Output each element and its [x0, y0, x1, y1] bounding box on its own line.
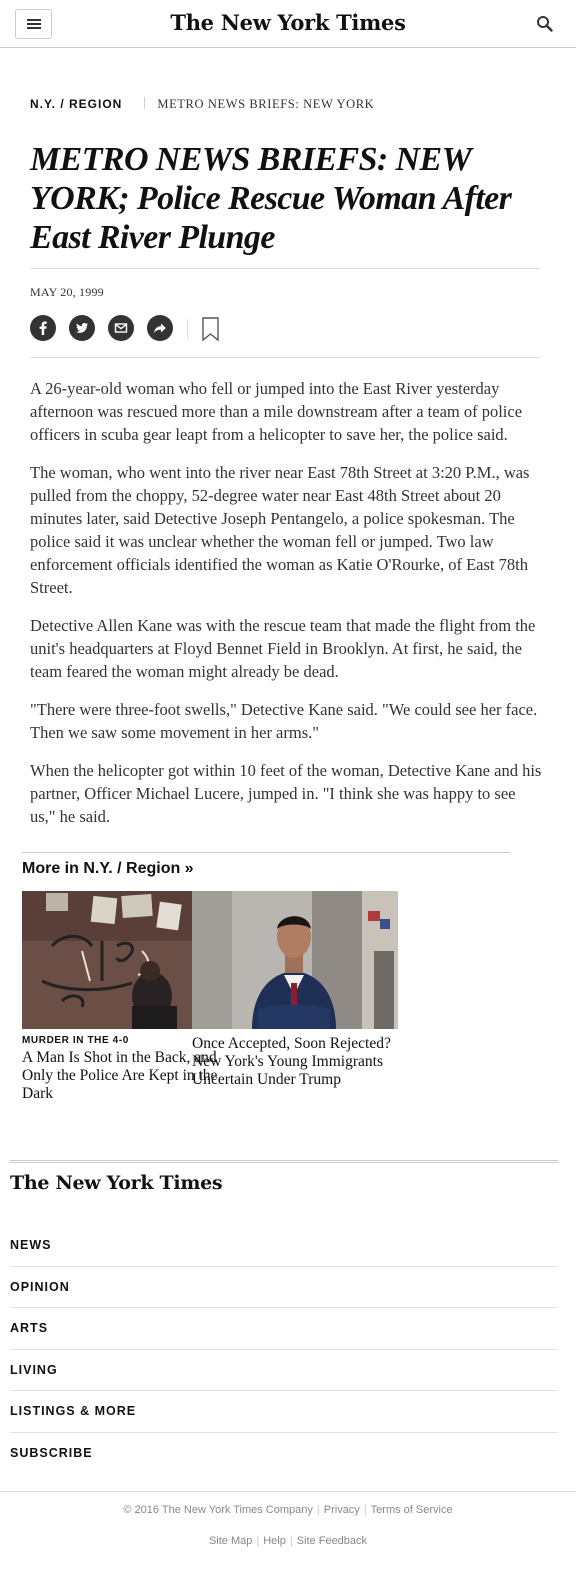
footer-nav-subscribe[interactable]: SUBSCRIBE: [10, 1433, 558, 1475]
email-icon[interactable]: [108, 315, 134, 341]
help-link[interactable]: Help: [263, 1535, 286, 1547]
twitter-icon[interactable]: [69, 315, 95, 341]
site-map-link[interactable]: Site Map: [209, 1535, 252, 1547]
terms-link[interactable]: Terms of Service: [371, 1504, 453, 1516]
facebook-icon[interactable]: [30, 315, 56, 341]
kicker-divider: [144, 97, 146, 109]
story-photo[interactable]: [22, 891, 192, 1029]
story-body: A 26-year-old woman who fell or jumped i…: [30, 377, 545, 843]
privacy-link[interactable]: Privacy: [324, 1504, 360, 1516]
footer-logo[interactable]: The New York Times: [10, 1172, 223, 1194]
story-paragraph: A 26-year-old woman who fell or jumped i…: [30, 379, 523, 444]
share-icon[interactable]: [147, 315, 173, 341]
story-title[interactable]: Once Accepted, Soon Rejected? New York's…: [192, 1035, 407, 1089]
search-icon[interactable]: [536, 15, 554, 33]
nyt-logo[interactable]: The New York Times: [0, 10, 576, 35]
more-in-region-link[interactable]: More in N.Y. / Region »: [22, 860, 194, 878]
copyright-text: © 2016 The New York Times Company: [123, 1504, 313, 1516]
column-name: METRO NEWS BRIEFS: NEW YORK: [157, 97, 375, 111]
story-paragraph: When the helicopter got within 10 feet o…: [30, 761, 542, 826]
footer-nav-opinion[interactable]: OPINION: [10, 1267, 558, 1308]
footer-nav-living[interactable]: LIVING: [10, 1350, 558, 1391]
feedback-link[interactable]: Site Feedback: [297, 1535, 367, 1547]
legal-links: © 2016 The New York Times Company | Privac…: [123, 1504, 453, 1516]
headline: METRO NEWS BRIEFS: NEW YORK; Police Resc…: [30, 141, 512, 256]
related-story-card[interactable]: Once Accepted, Soon Rejected? New York's…: [192, 891, 398, 1089]
dateline: MAY 20, 1999: [30, 285, 104, 299]
legal-divider: [0, 1491, 576, 1492]
masthead: The New York Times: [0, 0, 576, 48]
story-paragraph: "There were three-foot swells," Detectiv…: [30, 700, 538, 742]
divider: [30, 357, 540, 358]
footer-nav: NEWS OPINION ARTS LIVING LISTINGS & MORE…: [10, 1225, 558, 1474]
footer-nav-listings[interactable]: LISTINGS & MORE: [10, 1391, 558, 1433]
related-story-card[interactable]: MURDER IN THE 4-0 A Man Is Shot in the B…: [22, 891, 217, 1103]
site-links: Site Map | Help | Site Feedback: [208, 1535, 368, 1547]
more-divider: [22, 852, 510, 853]
story-label: MURDER IN THE 4-0: [22, 1035, 129, 1046]
share-divider: [187, 319, 188, 339]
story-paragraph: Detective Allen Kane was with the rescue…: [30, 616, 536, 681]
bookmark-icon[interactable]: [202, 317, 219, 342]
divider: [30, 268, 540, 269]
story-paragraph: The woman, who went into the river near …: [30, 463, 530, 597]
kicker: N.Y. / REGION METRO NEWS BRIEFS: NEW YORK: [30, 97, 374, 115]
footer-nav-news[interactable]: NEWS: [10, 1225, 558, 1267]
footer-divider: [10, 1160, 558, 1163]
story-photo[interactable]: [192, 891, 398, 1029]
section-link[interactable]: N.Y. / REGION: [30, 97, 122, 111]
footer-nav-arts[interactable]: ARTS: [10, 1308, 558, 1350]
